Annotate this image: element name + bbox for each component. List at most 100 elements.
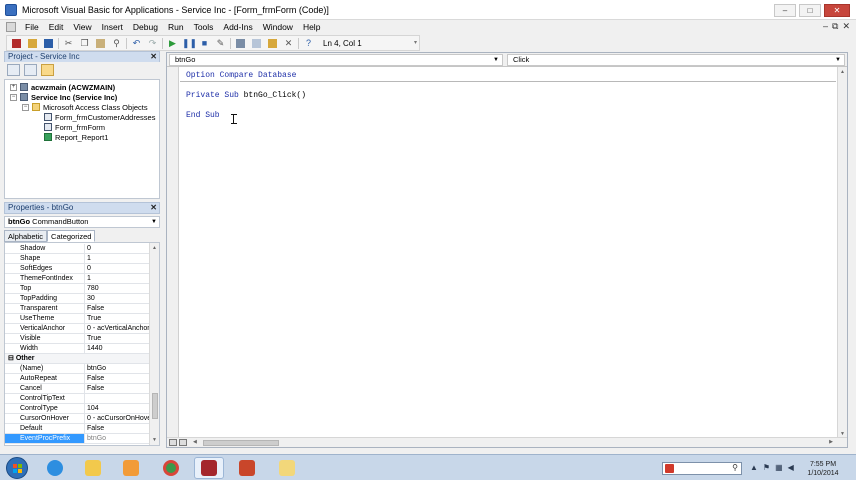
taskbar-media-player[interactable] (116, 457, 146, 479)
taskbar-explorer[interactable] (78, 457, 108, 479)
code-horizontal-scrollbar[interactable]: ◀ ▶ (167, 437, 847, 447)
procedure-view-icon[interactable] (169, 439, 177, 446)
code-editor[interactable]: Option Compare Database Private Sub btnG… (180, 67, 836, 439)
properties-panel-close-icon[interactable]: ✕ (150, 203, 157, 213)
properties-window-icon[interactable] (250, 37, 263, 49)
tree-node[interactable]: + acwzmain (ACWZMAIN) (10, 82, 115, 92)
paste-icon[interactable] (94, 37, 107, 49)
property-row[interactable]: CursorOnHover 0 - acCursorOnHove (5, 414, 149, 424)
break-icon[interactable]: ❚❚ (182, 37, 197, 49)
menu-add-ins[interactable]: Add-Ins (218, 22, 257, 32)
show-hidden-icons-icon[interactable]: ▲ (750, 463, 758, 472)
toggle-folders-icon[interactable] (41, 64, 54, 76)
property-value[interactable]: False (85, 384, 149, 393)
property-row[interactable]: Shadow 0 (5, 244, 149, 254)
code-line[interactable]: Private Sub btnGo_Click() (186, 91, 306, 100)
project-panel-close-icon[interactable]: ✕ (150, 52, 157, 62)
menu-window[interactable]: Window (258, 22, 298, 32)
property-row[interactable]: Default False (5, 424, 149, 434)
properties-scrollbar[interactable]: ▲ ▼ (149, 243, 159, 445)
property-row[interactable]: Shape 1 (5, 254, 149, 264)
property-row[interactable]: Cancel False (5, 384, 149, 394)
undo-icon[interactable]: ↶ (130, 37, 143, 49)
flag-icon[interactable]: ⚑ (763, 463, 770, 472)
code-window-icon[interactable] (6, 22, 16, 32)
redo-icon[interactable]: ↷ (146, 37, 159, 49)
scroll-left-icon[interactable]: ◀ (193, 439, 197, 445)
scroll-thumb[interactable] (152, 393, 158, 419)
property-row[interactable]: Visible True (5, 334, 149, 344)
tree-node[interactable]: − Microsoft Access Class Objects (22, 102, 148, 112)
object-combo[interactable]: btnGo ▼ (169, 54, 503, 66)
expand-icon[interactable]: + (10, 83, 17, 91)
tab-categorized[interactable]: Categorized (47, 230, 96, 242)
view-access-icon[interactable] (10, 37, 23, 49)
property-row[interactable]: Top 780 (5, 284, 149, 294)
menu-file[interactable]: File (20, 22, 44, 32)
toolbar-options-icon[interactable]: ▾ (414, 39, 417, 46)
menu-debug[interactable]: Debug (128, 22, 163, 32)
code-line[interactable]: End Sub (186, 111, 220, 120)
property-value[interactable]: 104 (85, 404, 149, 413)
maximize-button[interactable]: □ (799, 4, 821, 17)
menu-insert[interactable]: Insert (97, 22, 128, 32)
view-object-icon[interactable] (24, 64, 37, 76)
full-module-view-icon[interactable] (179, 439, 187, 446)
property-row[interactable]: Width 1440 (5, 344, 149, 354)
property-value[interactable]: 0 - acCursorOnHove (85, 414, 149, 423)
property-row[interactable]: ControlTipText (5, 394, 149, 404)
project-explorer-icon[interactable] (234, 37, 247, 49)
collapse-icon[interactable]: ⊟ (8, 355, 16, 362)
tree-node[interactable]: Report_Report1 (44, 132, 108, 142)
collapse-icon[interactable]: − (22, 103, 29, 111)
dropdown-arrow-icon[interactable]: ▼ (151, 217, 157, 227)
dropdown-arrow-icon[interactable]: ▼ (493, 55, 499, 65)
reset-icon[interactable]: ■ (198, 37, 211, 49)
property-value[interactable] (85, 394, 149, 403)
code-vertical-scrollbar[interactable]: ▲ ▼ (837, 67, 847, 439)
scroll-up-icon[interactable]: ▲ (840, 69, 845, 75)
run-icon[interactable]: ▶ (166, 37, 179, 49)
cut-icon[interactable]: ✂ (62, 37, 75, 49)
code-line[interactable]: Option Compare Database (186, 71, 296, 80)
property-value[interactable]: True (85, 334, 149, 343)
scroll-right-icon[interactable]: ▶ (829, 439, 833, 445)
property-row-selected[interactable]: EventProcPrefix btnGo (5, 434, 149, 444)
start-button[interactable] (6, 457, 28, 479)
menu-help[interactable]: Help (298, 22, 325, 32)
tree-node[interactable]: Form_frmForm (44, 122, 105, 132)
mdi-minimize-button[interactable]: – (823, 21, 828, 32)
minimize-button[interactable]: – (774, 4, 796, 17)
procedure-combo[interactable]: Click ▼ (507, 54, 845, 66)
scroll-down-icon[interactable]: ▼ (152, 437, 157, 443)
property-value[interactable]: 30 (85, 294, 149, 303)
property-row[interactable]: ThemeFontIndex 1 (5, 274, 149, 284)
property-row[interactable]: TopPadding 30 (5, 294, 149, 304)
mdi-restore-button[interactable]: ⧉ (832, 21, 838, 32)
tab-alphabetic[interactable]: Alphabetic (4, 230, 48, 242)
property-row[interactable]: UseTheme True (5, 314, 149, 324)
toolbox-icon[interactable]: ✕ (282, 37, 295, 49)
property-value[interactable]: True (85, 314, 149, 323)
property-value[interactable]: False (85, 424, 149, 433)
property-value[interactable]: 1 (85, 274, 149, 283)
taskbar-chrome[interactable] (156, 457, 186, 479)
menu-edit[interactable]: Edit (44, 22, 69, 32)
property-row[interactable]: VerticalAnchor 0 - acVerticalAnchor (5, 324, 149, 334)
menu-run[interactable]: Run (163, 22, 189, 32)
help-icon[interactable]: ? (302, 37, 315, 49)
collapse-icon[interactable]: − (10, 93, 17, 101)
network-icon[interactable]: ▦ (775, 463, 783, 472)
tree-node[interactable]: Form_frmCustomerAddresses (44, 112, 155, 122)
property-row[interactable]: SoftEdges 0 (5, 264, 149, 274)
view-code-icon[interactable] (7, 64, 20, 76)
close-button[interactable]: ✕ (824, 4, 850, 17)
property-category-row[interactable]: ⊟ Other (5, 354, 149, 364)
property-value[interactable]: 0 - acVerticalAnchor (85, 324, 149, 333)
property-value[interactable]: False (85, 304, 149, 313)
bing-search-box[interactable]: ⚲ (662, 462, 742, 475)
object-browser-icon[interactable] (266, 37, 279, 49)
design-mode-icon[interactable]: ✎ (214, 37, 227, 49)
tree-node[interactable]: − Service Inc (Service Inc) (10, 92, 117, 102)
scroll-up-icon[interactable]: ▲ (152, 245, 157, 251)
